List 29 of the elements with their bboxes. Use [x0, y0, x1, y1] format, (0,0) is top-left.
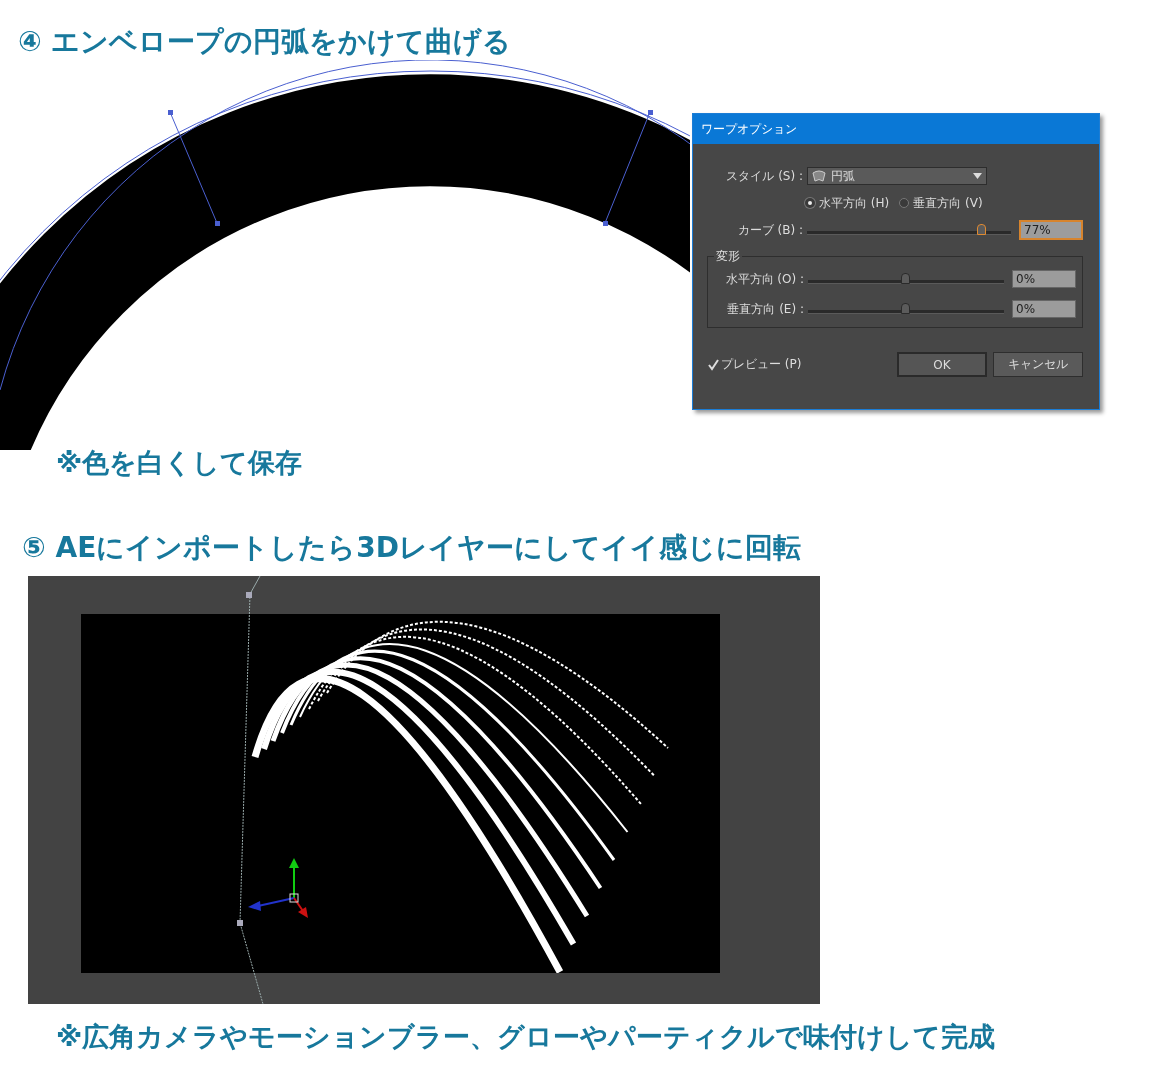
slider-label: 垂直方向 (E) :: [726, 300, 804, 318]
radio-icon[interactable]: [899, 198, 910, 208]
step-heading: ④ エンベロープの円弧をかけて曲げる: [18, 24, 513, 60]
group-label: 変形: [714, 248, 742, 265]
slider-thumb[interactable]: [901, 273, 910, 284]
note-text: ※広角カメラやモーションブラー、グローやパーティクルで味付けして完成: [56, 1020, 997, 1054]
arc-style-icon: [812, 170, 826, 182]
dialog-button[interactable]: OK: [897, 352, 987, 377]
value-field[interactable]: 77%: [1019, 220, 1083, 240]
slider-label: カーブ (B) :: [736, 221, 803, 239]
slider-thumb[interactable]: [901, 303, 910, 314]
caret-icon: [973, 173, 982, 179]
radio-option[interactable]: 水平方向 (H): [805, 194, 890, 212]
dialog-title: ワープオプション: [693, 114, 1099, 144]
checkbox-icon[interactable]: [707, 358, 719, 371]
dialog-button[interactable]: キャンセル: [993, 352, 1083, 377]
slider-label: 水平方向 (O) :: [724, 270, 804, 288]
slider-thumb[interactable]: [977, 224, 987, 235]
radio-label: 垂直方向 (V): [913, 194, 983, 212]
style-dropdown[interactable]: 円弧: [807, 167, 987, 185]
radio-icon[interactable]: [805, 198, 815, 208]
dropdown-value: 円弧: [831, 167, 856, 185]
value-field[interactable]: 0%: [1012, 300, 1076, 318]
note-text: ※色を白くして保存: [56, 446, 304, 480]
field-label: スタイル (S) :: [725, 167, 803, 185]
radio-option[interactable]: 垂直方向 (V): [899, 194, 983, 212]
radio-label: 水平方向 (H): [819, 194, 890, 212]
value-field[interactable]: 0%: [1012, 270, 1076, 288]
step-heading: ⑤ AEにインポートしたら3Dレイヤーにしてイイ感じに回転: [22, 530, 802, 566]
